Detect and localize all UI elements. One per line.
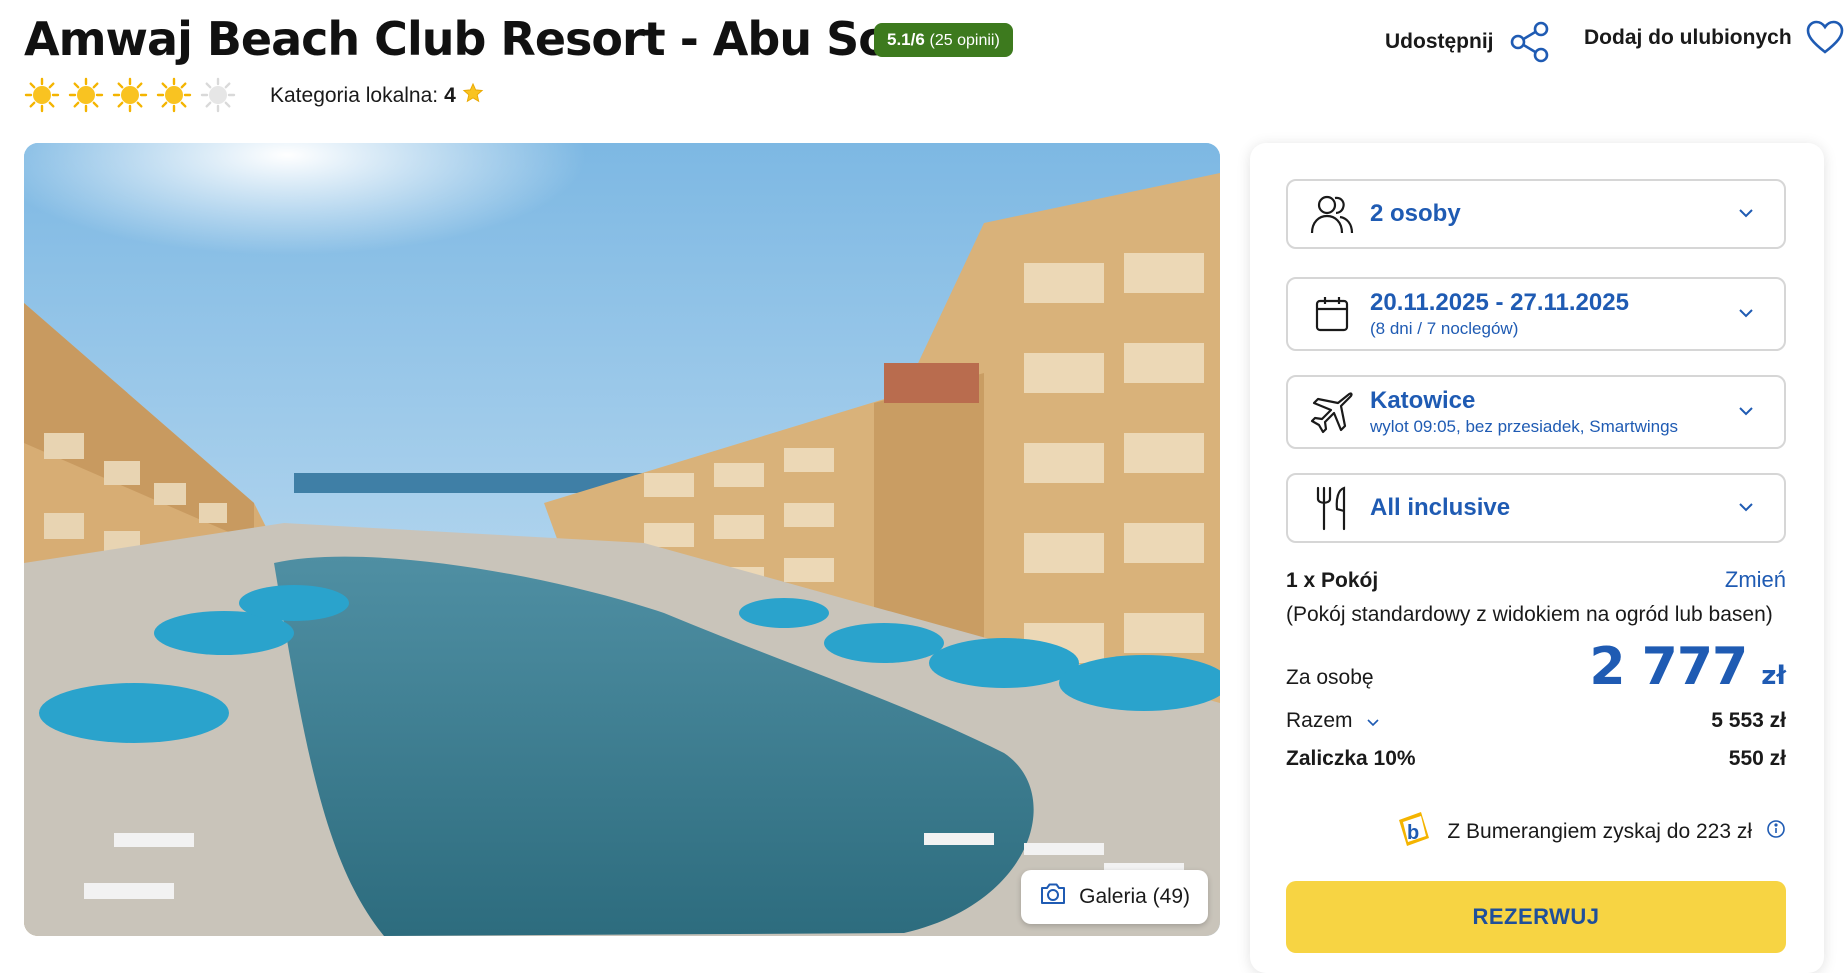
favorite-label: Dodaj do ulubionych [1584, 26, 1792, 49]
booking-panel: 2 osoby 20.11.2025 - 27.11.2025 (8 dni /… [1250, 143, 1824, 973]
rating-score: 5.1/6 [887, 30, 925, 49]
camera-icon [1039, 882, 1067, 912]
hotel-stars [24, 77, 236, 113]
sun-star-icon [156, 77, 192, 113]
chevron-down-icon [1738, 205, 1754, 223]
add-to-favorites-button[interactable]: Dodaj do ulubionych [1584, 20, 1844, 56]
deposit-value: 550 zł [1728, 747, 1786, 770]
per-person-price: 2 777 zł [1589, 637, 1786, 697]
chevron-down-icon [1366, 709, 1379, 733]
share-label: Udostępnij [1385, 30, 1494, 53]
chevron-down-icon [1738, 305, 1754, 323]
departure-city: Katowice [1370, 387, 1476, 414]
guests-select[interactable]: 2 osoby [1286, 179, 1786, 249]
airplane-icon [1308, 388, 1356, 436]
room-description: (Pokój standardowy z widokiem na ogród l… [1286, 603, 1773, 626]
dates-select[interactable]: 20.11.2025 - 27.11.2025 (8 dni / 7 nocle… [1286, 277, 1786, 351]
resort-pool-image [24, 143, 1220, 936]
share-icon [1508, 20, 1552, 64]
sun-star-icon [68, 77, 104, 113]
chevron-down-icon [1738, 499, 1754, 517]
room-count: 1 x Pokój [1286, 569, 1379, 592]
local-category-value: 4 [444, 84, 456, 107]
currency: zł [1761, 661, 1786, 691]
star-icon [462, 82, 484, 110]
deposit-row: Zaliczka 10% 550 zł [1286, 747, 1786, 771]
gallery-button[interactable]: Galeria (49) [1021, 870, 1208, 924]
per-person-label: Za osobę [1286, 666, 1374, 689]
change-room-link[interactable]: Zmień [1725, 567, 1786, 593]
gallery-label: Galeria (49) [1079, 885, 1190, 908]
calendar-icon [1308, 290, 1356, 338]
total-row: Razem 5 553 zł [1286, 709, 1786, 733]
dates-value: 20.11.2025 - 27.11.2025 [1370, 289, 1629, 316]
board-select[interactable]: All inclusive [1286, 473, 1786, 543]
local-category-label: Kategoria lokalna: [270, 84, 439, 107]
share-button[interactable]: Udostępnij [1385, 20, 1552, 64]
per-person-row: Za osobę 2 777 zł [1286, 637, 1786, 697]
bumerang-promo: b Z Bumerangiem zyskaj do 223 zł [1396, 808, 1786, 856]
sun-star-icon [112, 77, 148, 113]
people-icon [1308, 190, 1356, 238]
reserve-button[interactable]: REZERWUJ [1286, 881, 1786, 953]
rating-badge[interactable]: 5.1/6 (25 opinii) [874, 23, 1013, 57]
room-description-row: (Pokój standardowy z widokiem na ogród l… [1286, 603, 1786, 627]
board-value: All inclusive [1370, 494, 1511, 521]
local-category: Kategoria lokalna: 4 [270, 82, 484, 110]
sun-star-empty-icon [200, 77, 236, 113]
bumerang-logo-icon: b [1391, 808, 1433, 856]
sun-star-icon [24, 77, 60, 113]
flight-info: wylot 09:05, bez przesiadek, Smartwings [1370, 417, 1679, 436]
hotel-photo[interactable]: Galeria (49) [24, 143, 1220, 936]
total-toggle[interactable]: Razem [1286, 709, 1379, 733]
total-label: Razem [1286, 709, 1353, 732]
svg-text:b: b [1407, 822, 1419, 844]
hotel-title: Amwaj Beach Club Resort - Abu Soma [24, 12, 967, 66]
deposit-label: Zaliczka 10% [1286, 747, 1416, 770]
departure-select[interactable]: Katowice wylot 09:05, bez przesiadek, Sm… [1286, 375, 1786, 449]
rating-opinions: (25 opinii) [929, 32, 1000, 49]
heart-icon [1806, 20, 1844, 56]
cutlery-icon [1308, 484, 1356, 532]
total-value: 5 553 zł [1711, 709, 1786, 732]
room-row: 1 x Pokój Zmień [1286, 567, 1786, 593]
guests-value: 2 osoby [1370, 200, 1461, 227]
info-icon[interactable] [1766, 819, 1786, 845]
per-person-price-value: 2 777 [1589, 637, 1748, 697]
chevron-down-icon [1738, 403, 1754, 421]
dates-duration: (8 dni / 7 noclegów) [1370, 319, 1519, 338]
bumerang-text: Z Bumerangiem zyskaj do 223 zł [1447, 820, 1752, 843]
